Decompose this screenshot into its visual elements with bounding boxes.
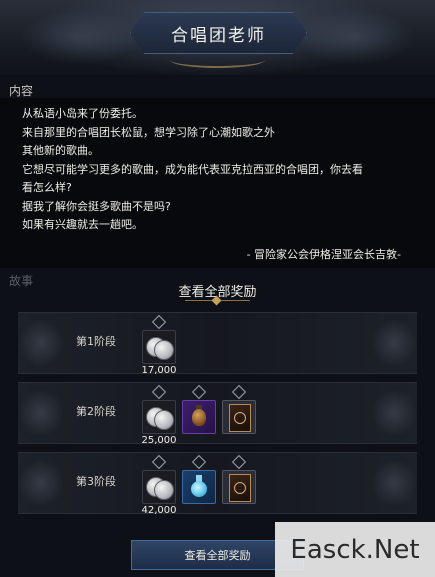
content-section-label: 内容 bbox=[9, 84, 34, 98]
card-icon[interactable] bbox=[222, 470, 256, 504]
description-line: 看怎么样? bbox=[22, 181, 72, 194]
row-ornament-left bbox=[18, 459, 64, 507]
reward-amount: 25,000 bbox=[141, 435, 177, 446]
reward-slot[interactable] bbox=[142, 454, 176, 504]
diamond-marker-icon bbox=[151, 314, 167, 330]
header-ornament-right bbox=[295, 10, 415, 65]
card-icon[interactable] bbox=[222, 400, 256, 434]
silver-coin-icon[interactable] bbox=[142, 470, 176, 504]
diamond-marker-icon bbox=[191, 384, 207, 400]
reward-slot[interactable] bbox=[142, 314, 176, 364]
reward-amount: 17,000 bbox=[141, 365, 177, 376]
reward-slot[interactable] bbox=[182, 384, 216, 434]
diamond-marker-icon bbox=[151, 384, 167, 400]
title-plate: 合唱团老师 bbox=[130, 12, 307, 54]
description-line: 它想尽可能学习更多的歌曲，成为能代表亚克拉西亚的合唱团，你去看 bbox=[22, 162, 363, 176]
quest-signature: - 冒险家公会伊格涅亚会长吉敦- bbox=[246, 248, 401, 261]
watermark: Easck.Net bbox=[275, 522, 435, 577]
description-line: 来自那里的合唱团长松鼠，想学习除了心潮如歌之外 bbox=[22, 125, 275, 139]
reward-stage-row: 第1阶段 17,000 bbox=[18, 312, 417, 376]
reward-amount: 42,000 bbox=[141, 505, 177, 516]
description-line: 其他新的歌曲。 bbox=[22, 144, 99, 157]
stage-label: 第1阶段 bbox=[76, 335, 116, 348]
reward-slot[interactable] bbox=[142, 384, 176, 434]
diamond-marker-icon bbox=[191, 454, 207, 470]
row-ornament-left bbox=[18, 319, 64, 367]
silver-coin-icon[interactable] bbox=[142, 400, 176, 434]
stage-label: 第2阶段 bbox=[76, 405, 116, 418]
reward-slot[interactable] bbox=[222, 454, 256, 504]
diamond-marker-icon bbox=[231, 454, 247, 470]
silver-coin-icon[interactable] bbox=[142, 330, 176, 364]
reward-stage-row: 第2阶段 25,000 bbox=[18, 382, 417, 446]
bomb-icon[interactable] bbox=[182, 400, 216, 434]
reward-slot[interactable] bbox=[182, 454, 216, 504]
description-line: 如果有兴趣就去一趟吧。 bbox=[22, 218, 143, 231]
diamond-marker-icon bbox=[231, 384, 247, 400]
description-line: 从私语小岛来了份委托。 bbox=[22, 107, 143, 120]
rewards-title-ornament bbox=[185, 300, 250, 309]
quest-header: 合唱团老师 bbox=[0, 0, 435, 75]
reward-stage-row: 第3阶段 42,000 bbox=[18, 452, 417, 516]
content-box: 从私语小岛来了份委托。 来自那里的合唱团长松鼠，想学习除了心潮如歌之外 其他新的… bbox=[0, 98, 435, 268]
header-wing-ornament bbox=[170, 52, 265, 68]
stage-label: 第3阶段 bbox=[76, 475, 116, 488]
row-ornament-right bbox=[371, 459, 417, 507]
header-ornament-left bbox=[20, 10, 140, 65]
quest-description: 从私语小岛来了份委托。 来自那里的合唱团长松鼠，想学习除了心潮如歌之外 其他新的… bbox=[22, 105, 417, 235]
page-title: 合唱团老师 bbox=[171, 25, 266, 46]
potion-icon[interactable] bbox=[182, 470, 216, 504]
description-line: 据我了解你会挺多歌曲不是吗? bbox=[22, 199, 171, 213]
row-ornament-left bbox=[18, 389, 64, 437]
diamond-marker-icon bbox=[151, 454, 167, 470]
reward-slot[interactable] bbox=[222, 384, 256, 434]
row-ornament-right bbox=[371, 389, 417, 437]
row-ornament-right bbox=[371, 319, 417, 367]
